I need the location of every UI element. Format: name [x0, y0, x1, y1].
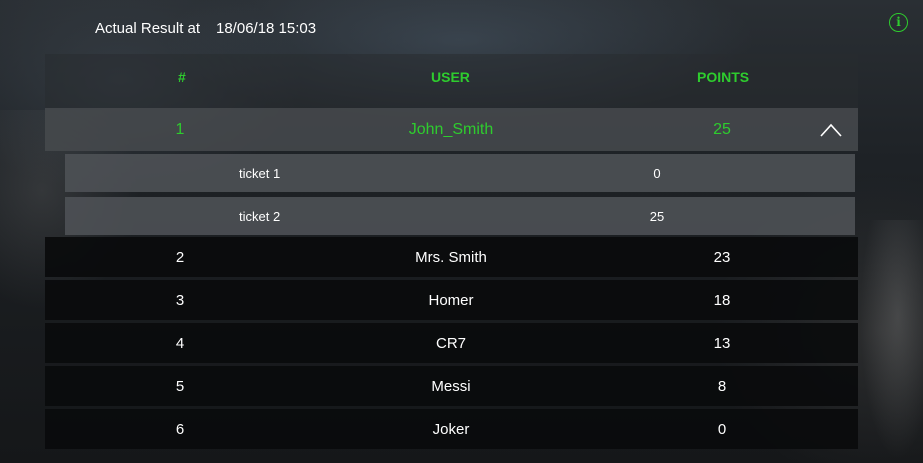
rank-cell: 5 — [175, 377, 185, 395]
user-cell: John_Smith — [408, 120, 494, 138]
leaderboard-row[interactable]: 4 CR7 13 — [45, 323, 858, 363]
ticket-row: ticket 2 25 — [65, 197, 855, 235]
user-cell: Homer — [428, 291, 474, 309]
rank-cell: 1 — [175, 120, 185, 138]
leaderboard-row[interactable]: 2 Mrs. Smith 23 — [45, 237, 858, 277]
user-cell: CR7 — [435, 334, 466, 352]
points-cell: 0 — [717, 420, 727, 438]
column-header-rank: # — [178, 69, 186, 85]
leaderboard-row[interactable]: 5 Messi 8 — [45, 366, 858, 406]
column-header-points: POINTS — [697, 69, 750, 85]
top-bar: Actual Result at 18/06/18 15:03 i — [0, 0, 923, 56]
ticket-points: 0 — [653, 165, 661, 181]
ticket-name: ticket 2 — [239, 208, 281, 224]
points-cell: 18 — [713, 291, 731, 309]
actual-result-label: Actual Result at — [95, 20, 201, 37]
points-cell: 13 — [713, 334, 731, 352]
ticket-name: ticket 1 — [239, 165, 281, 181]
points-cell: 23 — [713, 248, 731, 266]
points-cell: 8 — [717, 377, 727, 395]
column-header-user: USER — [431, 69, 470, 85]
leaderboard-row[interactable]: 3 Homer 18 — [45, 280, 858, 320]
rank-cell: 6 — [175, 420, 185, 438]
leaderboard-row-expanded[interactable]: 1 John_Smith 25 — [45, 108, 858, 151]
rank-cell: 4 — [175, 334, 185, 352]
ticket-row: ticket 1 0 — [65, 154, 855, 192]
info-icon[interactable]: i — [889, 13, 908, 32]
rank-cell: 2 — [175, 248, 185, 266]
rank-cell: 3 — [175, 291, 185, 309]
background-light — [860, 220, 923, 460]
ticket-points: 25 — [649, 208, 665, 224]
actual-result-timestamp: 18/06/18 15:03 — [216, 20, 317, 37]
chevron-up-icon[interactable] — [819, 119, 843, 141]
user-cell: Mrs. Smith — [415, 248, 487, 266]
user-cell: Messi — [431, 377, 471, 395]
leaderboard-row[interactable]: 6 Joker 0 — [45, 409, 858, 449]
user-cell: Joker — [432, 420, 470, 438]
points-cell: 25 — [713, 120, 731, 138]
